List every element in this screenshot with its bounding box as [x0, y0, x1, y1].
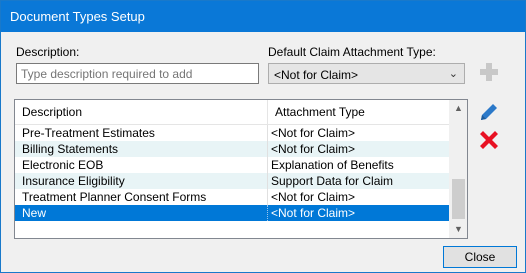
- table-row[interactable]: Pre-Treatment Estimates <Not for Claim>: [15, 125, 451, 141]
- cell-attachment-type: Explanation of Benefits: [267, 157, 451, 173]
- document-types-table[interactable]: Description Attachment Type Pre-Treatmen…: [14, 99, 468, 239]
- cell-description: Electronic EOB: [22, 158, 104, 172]
- attachment-type-label: Default Claim Attachment Type:: [268, 45, 436, 59]
- red-x-icon: [480, 131, 498, 149]
- scroll-up-icon[interactable]: ▲: [450, 100, 467, 117]
- description-label: Description:: [16, 45, 80, 59]
- dialog-window: Document Types Setup Description: Defaul…: [0, 0, 526, 273]
- vertical-scrollbar[interactable]: ▲ ▼: [449, 100, 467, 238]
- cell-description: New: [22, 206, 47, 220]
- cell-attachment-type: <Not for Claim>: [267, 189, 451, 205]
- table-row-selected[interactable]: New <Not for Claim>: [15, 205, 451, 221]
- cell-attachment-type: <Not for Claim>: [267, 205, 451, 221]
- plus-icon: [480, 63, 498, 81]
- table-row[interactable]: Electronic EOB Explanation of Benefits: [15, 157, 451, 173]
- cell-description: Billing Statements: [22, 142, 119, 156]
- attachment-type-value: <Not for Claim>: [274, 68, 359, 82]
- window-title: Document Types Setup: [10, 9, 145, 24]
- table-row[interactable]: Insurance Eligibility Support Data for C…: [15, 173, 451, 189]
- table-header: Description Attachment Type: [15, 100, 451, 125]
- title-bar: Document Types Setup: [1, 1, 525, 32]
- cell-description: Treatment Planner Consent Forms: [22, 190, 207, 204]
- chevron-down-icon: ⌄: [448, 68, 458, 80]
- attachment-type-dropdown[interactable]: <Not for Claim> ⌄: [268, 63, 465, 84]
- cell-description: Pre-Treatment Estimates: [22, 126, 155, 140]
- description-input[interactable]: [16, 63, 259, 84]
- table-row[interactable]: Treatment Planner Consent Forms <Not for…: [15, 189, 451, 205]
- cell-attachment-type: <Not for Claim>: [267, 125, 451, 141]
- cell-attachment-type: <Not for Claim>: [267, 141, 451, 157]
- delete-button[interactable]: [476, 127, 502, 153]
- cell-attachment-type: Support Data for Claim: [267, 173, 451, 189]
- pencil-icon: [481, 104, 497, 120]
- scroll-down-icon[interactable]: ▼: [450, 221, 467, 238]
- add-button[interactable]: [476, 59, 502, 85]
- cell-description: Insurance Eligibility: [22, 174, 125, 188]
- table-row[interactable]: Billing Statements <Not for Claim>: [15, 141, 451, 157]
- close-button[interactable]: Close: [443, 246, 517, 268]
- column-header-description[interactable]: Description: [15, 100, 267, 124]
- column-header-attachment-type[interactable]: Attachment Type: [267, 100, 451, 124]
- table-body: Pre-Treatment Estimates <Not for Claim> …: [15, 125, 451, 221]
- scrollbar-thumb[interactable]: [452, 179, 465, 219]
- edit-button[interactable]: [476, 99, 502, 125]
